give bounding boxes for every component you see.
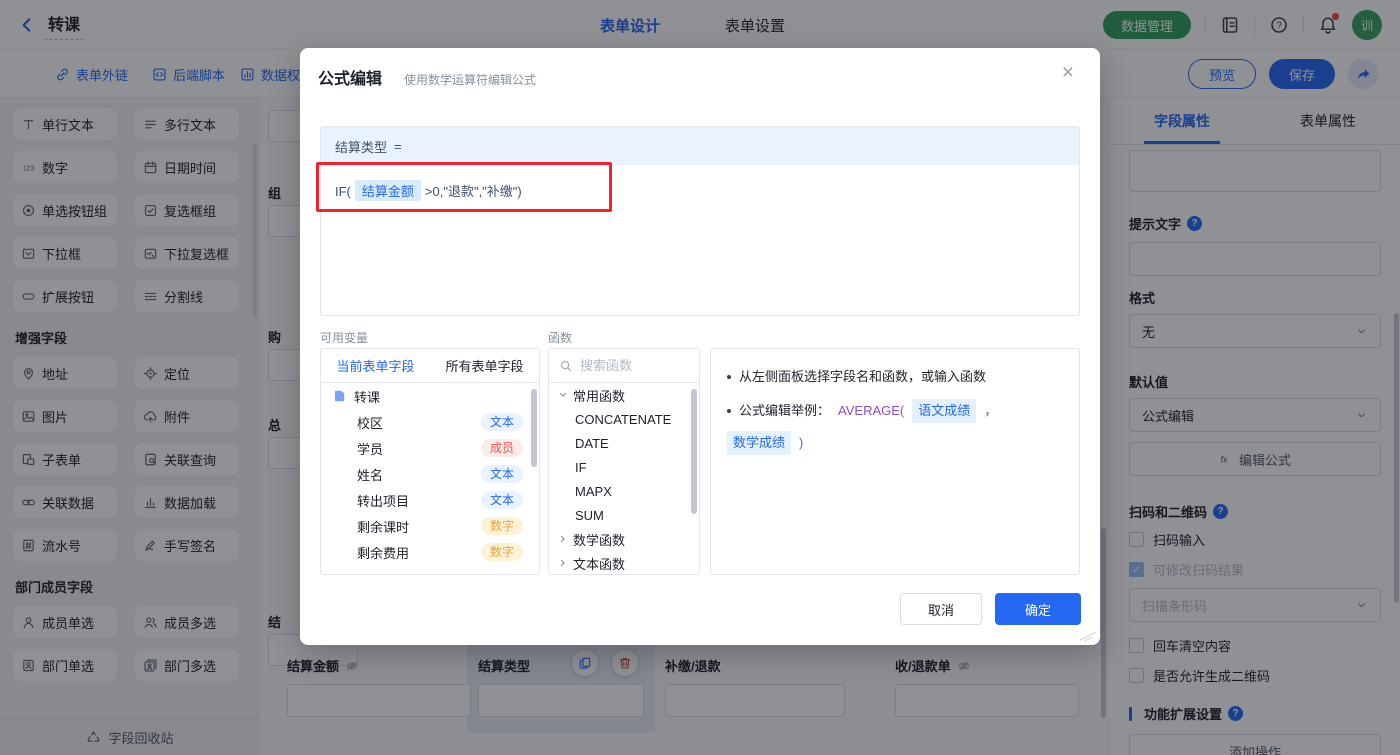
function-group-文本函数[interactable]: 文本函数 xyxy=(549,551,699,575)
chev-down-icon xyxy=(557,389,569,401)
type-badge: 文本 xyxy=(481,491,523,509)
modal-subtitle: 使用数学运算符编辑公式 xyxy=(404,71,536,88)
formula-expression[interactable]: IF(结算金额>0,"退款","补缴") xyxy=(321,165,1079,216)
type-badge: 文本 xyxy=(481,465,523,483)
variable-转出项目[interactable]: 转出项目 文本 xyxy=(321,487,539,513)
help-line-1: 从左侧面板选择字段名和函数，或输入函数 xyxy=(727,366,1063,388)
variable-剩余费用[interactable]: 剩余费用 数字 xyxy=(321,539,539,565)
variable-学员[interactable]: 学员 成员 xyxy=(321,435,539,461)
function-SUM[interactable]: SUM xyxy=(549,503,699,527)
formula-edit-modal: 公式编辑 使用数学运算符编辑公式 × 结算类型= IF(结算金额>0,"退款",… xyxy=(300,48,1100,645)
type-badge: 成员 xyxy=(481,439,523,457)
variables-root[interactable]: 转课 xyxy=(321,383,539,409)
type-badge: 数字 xyxy=(481,543,523,561)
variables-caption: 可用变量 xyxy=(320,329,368,346)
function-IF[interactable]: IF xyxy=(549,455,699,479)
formula-editor[interactable]: 结算类型= IF(结算金额>0,"退款","补缴") xyxy=(320,126,1080,316)
formula-target-row: 结算类型= xyxy=(321,127,1079,165)
function-group-常用函数[interactable]: 常用函数 xyxy=(549,383,699,407)
functions-panel: 常用函数CONCATENATEDATEIFMAPXSUM数学函数文本函数 xyxy=(548,348,700,575)
cancel-button[interactable]: 取消 xyxy=(900,593,982,625)
field-chip[interactable]: 结算金额 xyxy=(355,180,421,201)
functions-caption: 函数 xyxy=(548,329,572,346)
function-DATE[interactable]: DATE xyxy=(549,431,699,455)
type-badge: 数字 xyxy=(481,517,523,535)
chev-right-icon xyxy=(557,557,569,569)
functions-scrollbar[interactable] xyxy=(691,389,697,514)
variable-剩余课时[interactable]: 剩余课时 数字 xyxy=(321,513,539,539)
formula-help-panel: 从左侧面板选择字段名和函数，或输入函数 公式编辑举例： AVERAGE( 语文成… xyxy=(710,348,1080,575)
function-group-数学函数[interactable]: 数学函数 xyxy=(549,527,699,551)
variables-panel: 当前表单字段所有表单字段 转课 校区 文本 学员 成员 姓名 文本 转出项目 文… xyxy=(320,348,540,575)
modal-title: 公式编辑 xyxy=(318,65,382,89)
search-icon xyxy=(559,359,573,373)
chev-right-icon xyxy=(557,533,569,545)
resize-handle[interactable] xyxy=(1077,628,1101,640)
variable-姓名[interactable]: 姓名 文本 xyxy=(321,461,539,487)
doc-icon xyxy=(333,389,347,403)
close-icon[interactable]: × xyxy=(1062,62,1074,83)
example-chip: 数学成绩 xyxy=(727,431,791,455)
type-badge: 文本 xyxy=(481,413,523,431)
app-window: 转课 表单设计表单设置 数据管理 ? 训 表单外链后端脚本数据权限 预览 保存 … xyxy=(0,0,1400,755)
bullet-icon xyxy=(727,409,731,413)
example-chip: 语文成绩 xyxy=(912,399,976,423)
function-search-input[interactable] xyxy=(580,358,680,373)
bullet-icon xyxy=(727,375,731,379)
help-line-2: 公式编辑举例： AVERAGE( 语文成绩 ， 数学成绩 ) xyxy=(727,399,1063,455)
variables-tab-0[interactable]: 当前表单字段 xyxy=(321,349,430,382)
variables-tab-1[interactable]: 所有表单字段 xyxy=(430,349,539,382)
function-CONCATENATE[interactable]: CONCATENATE xyxy=(549,407,699,431)
function-search[interactable] xyxy=(549,349,699,383)
function-MAPX[interactable]: MAPX xyxy=(549,479,699,503)
variable-校区[interactable]: 校区 文本 xyxy=(321,409,539,435)
confirm-button[interactable]: 确定 xyxy=(995,593,1081,625)
variables-scrollbar[interactable] xyxy=(531,389,537,467)
